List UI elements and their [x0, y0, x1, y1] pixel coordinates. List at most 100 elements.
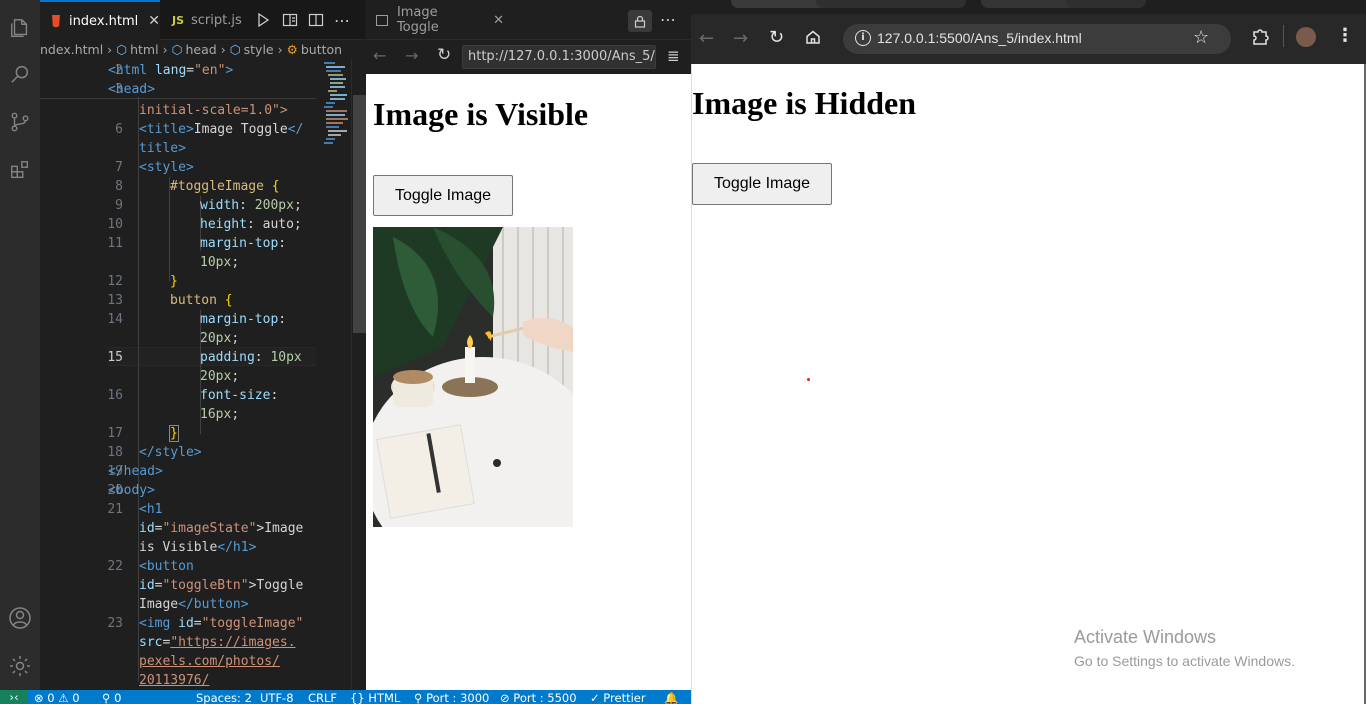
split-editor-icon[interactable]	[308, 0, 328, 40]
extensions-icon[interactable]	[4, 154, 36, 186]
open-preview-icon[interactable]	[282, 0, 302, 40]
live-server-port-5500[interactable]: ⊘ Port : 5500	[500, 691, 577, 704]
code-line: 10px;	[200, 255, 240, 270]
preview-url-input[interactable]: http://127.0.0.1:3000/Ans_5/inde	[462, 45, 656, 69]
code-line: margin-top:	[200, 236, 287, 251]
preview-tab-bar: Image Toggle ✕ ⋯	[366, 0, 691, 40]
more-actions-icon[interactable]: ⋯	[660, 10, 676, 29]
code-line: <html lang="en">	[108, 63, 234, 78]
js-icon: JS	[172, 13, 185, 27]
indentation-status[interactable]: Spaces: 2	[196, 691, 252, 704]
chrome-tab-strip	[691, 0, 1366, 14]
remote-icon[interactable]: ›‹	[0, 690, 28, 704]
bookmark-star-icon[interactable]: ☆	[1193, 27, 1209, 48]
reload-icon[interactable]: ↻	[769, 27, 784, 48]
toggle-image-button[interactable]: Toggle Image	[373, 175, 513, 216]
minimap[interactable]	[321, 59, 351, 179]
source-control-icon[interactable]	[4, 106, 36, 138]
language-mode-status[interactable]: {} HTML	[350, 691, 400, 704]
code-line: <body>	[108, 483, 155, 498]
code-line: font-size:	[200, 388, 279, 403]
code-line: id="toggleBtn">Toggle	[139, 578, 304, 593]
line-number: 10	[107, 217, 123, 232]
tab-label: Image Toggle	[396, 5, 439, 35]
code-line: <style>	[139, 160, 194, 175]
chevron-right-icon: ›	[107, 42, 113, 57]
prettier-status[interactable]: ✓ Prettier	[590, 691, 646, 704]
explorer-icon[interactable]	[4, 12, 36, 44]
chrome-address-bar[interactable]: i 127.0.0.1:5500/Ans_5/index.html ☆	[843, 24, 1231, 54]
tag-icon: ⬡	[171, 42, 183, 57]
page-heading: Image is Hidden	[692, 85, 917, 121]
code-line: is Visible</h1>	[139, 540, 257, 555]
check-double-icon: ✓	[590, 691, 600, 704]
code-editor[interactable]: 2 3 6 7 8 9 10 11 12 13 14 15 16 17 18 1…	[40, 59, 351, 690]
preview-page: Image is Visible Toggle Image	[366, 74, 691, 690]
tab-label: script.js	[191, 12, 242, 28]
tab-image-toggle-preview[interactable]: Image Toggle ✕	[366, 0, 504, 40]
line-number: 6	[115, 122, 123, 137]
line-number: 11	[107, 236, 123, 251]
extensions-puzzle-icon[interactable]	[1251, 27, 1269, 49]
forward-arrow-icon[interactable]: →	[405, 46, 418, 65]
encoding-status[interactable]: UTF-8	[260, 691, 294, 704]
tab-index-html[interactable]: index.html ✕	[40, 0, 160, 40]
close-icon[interactable]: ✕	[493, 13, 504, 28]
back-arrow-icon[interactable]: ←	[699, 28, 714, 49]
code-line: Image</button>	[139, 597, 249, 612]
cursor-dot	[807, 378, 810, 381]
chrome-menu-icon[interactable]: ⋮	[1336, 25, 1354, 46]
back-arrow-icon[interactable]: ←	[373, 46, 386, 65]
profile-avatar[interactable]	[1296, 27, 1316, 47]
forward-arrow-icon[interactable]: →	[733, 28, 748, 49]
home-icon[interactable]	[805, 29, 821, 49]
tab-script-js[interactable]: JS script.js	[160, 0, 250, 40]
code-line: margin-top:	[200, 312, 287, 327]
code-line: <head>	[108, 82, 155, 97]
line-number: 16	[107, 388, 123, 403]
site-info-icon[interactable]: i	[855, 30, 871, 46]
line-number: 13	[107, 293, 123, 308]
chevron-right-icon: ›	[277, 42, 283, 57]
editor-scrollbar-thumb[interactable]	[353, 95, 366, 333]
problems-indicator[interactable]: ⊗ 0 ⚠ 0	[34, 691, 80, 704]
activate-windows-title: Activate Windows	[1074, 627, 1217, 647]
code-line: title>	[139, 141, 186, 156]
chrome-page: Image is Hidden Toggle Image Activate Wi…	[691, 64, 1366, 704]
code-line: <button	[139, 559, 194, 574]
breadcrumb-item-head[interactable]: head	[186, 42, 217, 57]
search-icon[interactable]	[4, 58, 36, 90]
chrome-url-text[interactable]: 127.0.0.1:5500/Ans_5/index.html	[877, 30, 1082, 46]
account-icon[interactable]	[4, 602, 36, 634]
activity-bar	[0, 0, 40, 690]
chrome-tab[interactable]	[1066, 0, 1146, 8]
candle-photo	[373, 227, 573, 527]
breadcrumb-item-button[interactable]: button	[301, 42, 342, 57]
settings-gear-icon[interactable]	[4, 650, 36, 682]
notifications-bell-icon[interactable]: 🔔	[664, 691, 678, 704]
code-line: }	[169, 425, 179, 442]
close-icon[interactable]: ✕	[148, 13, 160, 29]
warning-icon: ⚠	[58, 691, 69, 704]
sticky-scroll-divider	[40, 98, 316, 99]
line-number: 8	[115, 179, 123, 194]
breadcrumb: ndex.html › ⬡ html › ⬡ head › ⬡ style › …	[40, 40, 365, 59]
run-icon[interactable]	[256, 0, 276, 40]
editor-scrollbar[interactable]	[351, 59, 366, 690]
toggle-image-button[interactable]: Toggle Image	[692, 163, 832, 205]
breadcrumb-item-html[interactable]: html	[130, 42, 158, 57]
breadcrumb-item-style[interactable]: style	[244, 42, 274, 57]
breadcrumb-item-file[interactable]: ndex.html	[40, 42, 103, 57]
live-server-port-3000[interactable]: ⚲ Port : 3000	[414, 691, 489, 704]
activate-windows-subtitle: Go to Settings to activate Windows.	[1074, 653, 1295, 669]
class-icon: ⚙	[286, 42, 298, 57]
lock-group-icon[interactable]	[628, 10, 652, 32]
menu-lines-icon[interactable]: ≣	[667, 47, 680, 65]
browser-preview-icon	[376, 14, 388, 26]
code-line: button {	[170, 293, 233, 308]
reload-icon[interactable]: ↻	[437, 45, 451, 65]
ports-indicator[interactable]: ⚲ 0	[102, 691, 121, 704]
chrome-tab[interactable]	[816, 0, 966, 8]
eol-status[interactable]: CRLF	[308, 691, 337, 704]
more-actions-icon[interactable]: ⋯	[334, 0, 354, 40]
